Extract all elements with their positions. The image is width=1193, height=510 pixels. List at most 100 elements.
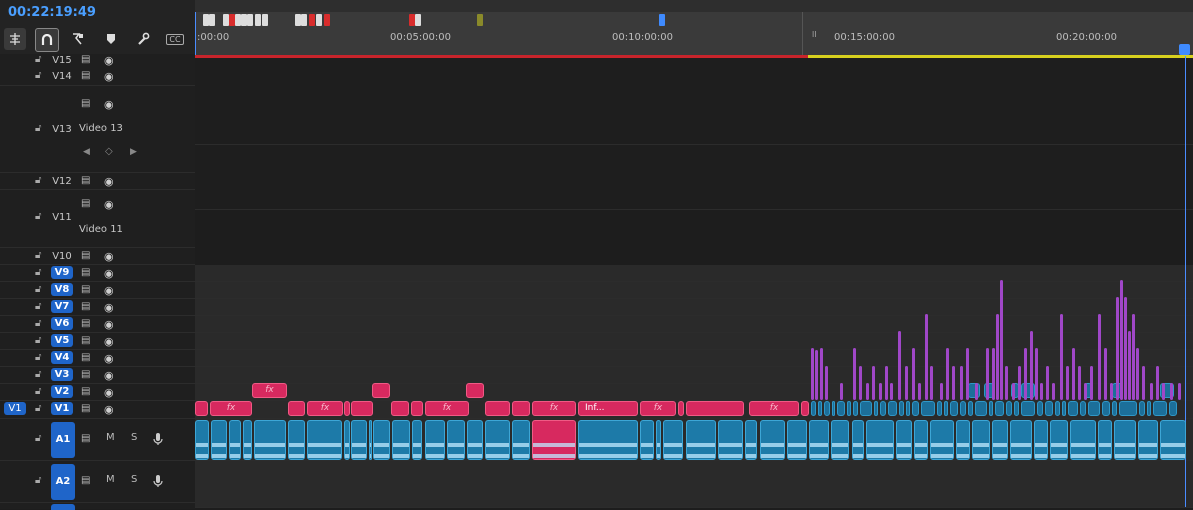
eye-icon[interactable]: ◉ — [104, 54, 114, 67]
audio-clip[interactable] — [369, 420, 372, 460]
film-icon[interactable]: ▤ — [81, 318, 90, 329]
eye-icon[interactable]: ◉ — [104, 70, 114, 83]
video-clip[interactable] — [944, 401, 948, 416]
adjustment-clip[interactable] — [1142, 366, 1145, 400]
lane-v15-v10[interactable] — [195, 58, 1193, 210]
audio-clip[interactable] — [578, 420, 638, 460]
adjustment-clip[interactable] — [885, 366, 888, 400]
lock-icon[interactable]: 🔓︎ — [35, 211, 41, 222]
audio-clip[interactable] — [211, 420, 227, 460]
audio-clip[interactable] — [656, 420, 661, 460]
video-clip[interactable] — [1045, 401, 1053, 416]
track-header-v7[interactable]: 🔓︎ V7 ▤ ◉ — [0, 299, 195, 316]
work-area-bar[interactable] — [195, 12, 1193, 56]
audio-clip[interactable] — [195, 420, 209, 460]
adjustment-clip[interactable] — [1052, 383, 1055, 400]
video-clip[interactable] — [811, 401, 816, 416]
track-header-v10[interactable]: 🔓︎ V10 ▤ ◉ — [0, 248, 195, 265]
adjustment-clip[interactable] — [1136, 348, 1139, 400]
audio-clip[interactable] — [914, 420, 928, 460]
microphone-icon[interactable] — [153, 473, 163, 492]
adjustment-clip[interactable] — [1116, 297, 1119, 400]
eye-icon[interactable]: ◉ — [104, 284, 114, 297]
video-clip[interactable] — [678, 401, 684, 416]
audio-clip[interactable] — [686, 420, 716, 460]
adjustment-clip[interactable] — [1150, 383, 1153, 400]
marker-icon[interactable] — [415, 14, 421, 26]
video-clip[interactable] — [874, 401, 878, 416]
audio-clip[interactable] — [956, 420, 970, 460]
adjustment-clip[interactable] — [859, 366, 862, 400]
track-target-toggle[interactable]: V3 — [51, 368, 73, 381]
solo-button[interactable]: S — [131, 474, 137, 485]
adjustment-clip[interactable] — [1060, 314, 1063, 400]
marker-icon[interactable] — [255, 14, 261, 26]
video-clip[interactable] — [937, 401, 942, 416]
track-target-toggle[interactable]: V5 — [51, 334, 73, 347]
track-target-toggle[interactable]: V6 — [51, 317, 73, 330]
video-clip[interactable]: fx — [307, 401, 343, 416]
audio-clip[interactable] — [351, 420, 367, 460]
audio-clip[interactable] — [1098, 420, 1112, 460]
text-clip[interactable]: Inf... — [578, 401, 638, 416]
film-icon[interactable]: ▤ — [81, 250, 90, 261]
eye-icon[interactable]: ◉ — [104, 267, 114, 280]
marker-icon[interactable] — [477, 14, 483, 26]
adjustment-clip[interactable] — [1084, 383, 1087, 400]
lane-v7[interactable] — [195, 299, 1193, 316]
source-patch-v1[interactable]: V1 — [4, 402, 26, 415]
track-header-v14[interactable]: 🔓︎ V14 ▤ ◉ — [0, 68, 195, 86]
video-clip[interactable] — [899, 401, 904, 416]
audio-clip[interactable] — [243, 420, 252, 460]
eye-icon[interactable]: ◉ — [104, 403, 114, 416]
adjustment-clip[interactable] — [853, 348, 856, 400]
lock-icon[interactable]: 🔓︎ — [35, 433, 41, 444]
lock-icon[interactable]: 🔓︎ — [35, 386, 41, 397]
track-header-v4[interactable]: 🔓︎ V4 ▤ ◉ — [0, 350, 195, 367]
video-clip[interactable] — [968, 401, 973, 416]
lock-icon[interactable]: 🔓︎ — [35, 475, 41, 486]
adjustment-clip[interactable] — [1035, 348, 1038, 400]
adjustment-clip[interactable] — [1104, 348, 1107, 400]
lock-icon[interactable]: 🔓︎ — [35, 267, 41, 278]
microphone-icon[interactable] — [153, 431, 163, 450]
solo-button[interactable]: S — [131, 432, 137, 443]
video-clip[interactable] — [1153, 401, 1167, 416]
captions-icon[interactable]: CC — [164, 28, 186, 50]
adjustment-clip[interactable] — [996, 314, 999, 400]
adjustment-clip[interactable] — [1066, 366, 1069, 400]
video-clip[interactable] — [824, 401, 830, 416]
track-label[interactable]: V15 — [51, 54, 73, 67]
track-target-toggle[interactable]: V9 — [51, 266, 73, 279]
adjustment-clip[interactable] — [1090, 366, 1093, 400]
video-clip[interactable] — [995, 401, 1004, 416]
lock-icon[interactable]: 🔓︎ — [35, 284, 41, 295]
film-icon[interactable]: ▤ — [81, 386, 90, 397]
adjustment-clip[interactable] — [879, 383, 882, 400]
adjustment-clip[interactable] — [960, 366, 963, 400]
video-clip[interactable] — [512, 401, 530, 416]
adjustment-clip[interactable] — [1098, 314, 1101, 400]
audio-clip[interactable] — [663, 420, 683, 460]
video-clip[interactable] — [485, 401, 510, 416]
video-clip[interactable] — [411, 401, 423, 416]
time-ruler[interactable]: ll :00:00 00:05:00:00 00:10:00:00 00:15:… — [195, 0, 1193, 58]
adjustment-clip[interactable] — [975, 383, 978, 400]
track-header-a2[interactable]: 🔓︎ A2 ▤ M S — [0, 461, 195, 503]
video-clip[interactable]: fx — [252, 383, 287, 398]
adjustment-clip[interactable] — [925, 314, 928, 400]
video-clip[interactable] — [1014, 401, 1019, 416]
video-clip[interactable] — [888, 401, 897, 416]
audio-clip[interactable] — [1070, 420, 1096, 460]
adjustment-clip[interactable] — [952, 366, 955, 400]
marker-icon[interactable] — [209, 14, 215, 26]
video-clip[interactable] — [975, 401, 987, 416]
adjustment-clip[interactable] — [992, 348, 995, 400]
lock-icon[interactable]: 🔓︎ — [35, 54, 41, 65]
lock-icon[interactable]: 🔓︎ — [35, 123, 41, 134]
audio-clip[interactable] — [866, 420, 894, 460]
audio-clip[interactable] — [809, 420, 829, 460]
track-label[interactable]: V13 — [51, 123, 73, 136]
video-clip[interactable] — [1080, 401, 1086, 416]
adjustment-clip[interactable] — [966, 348, 969, 400]
